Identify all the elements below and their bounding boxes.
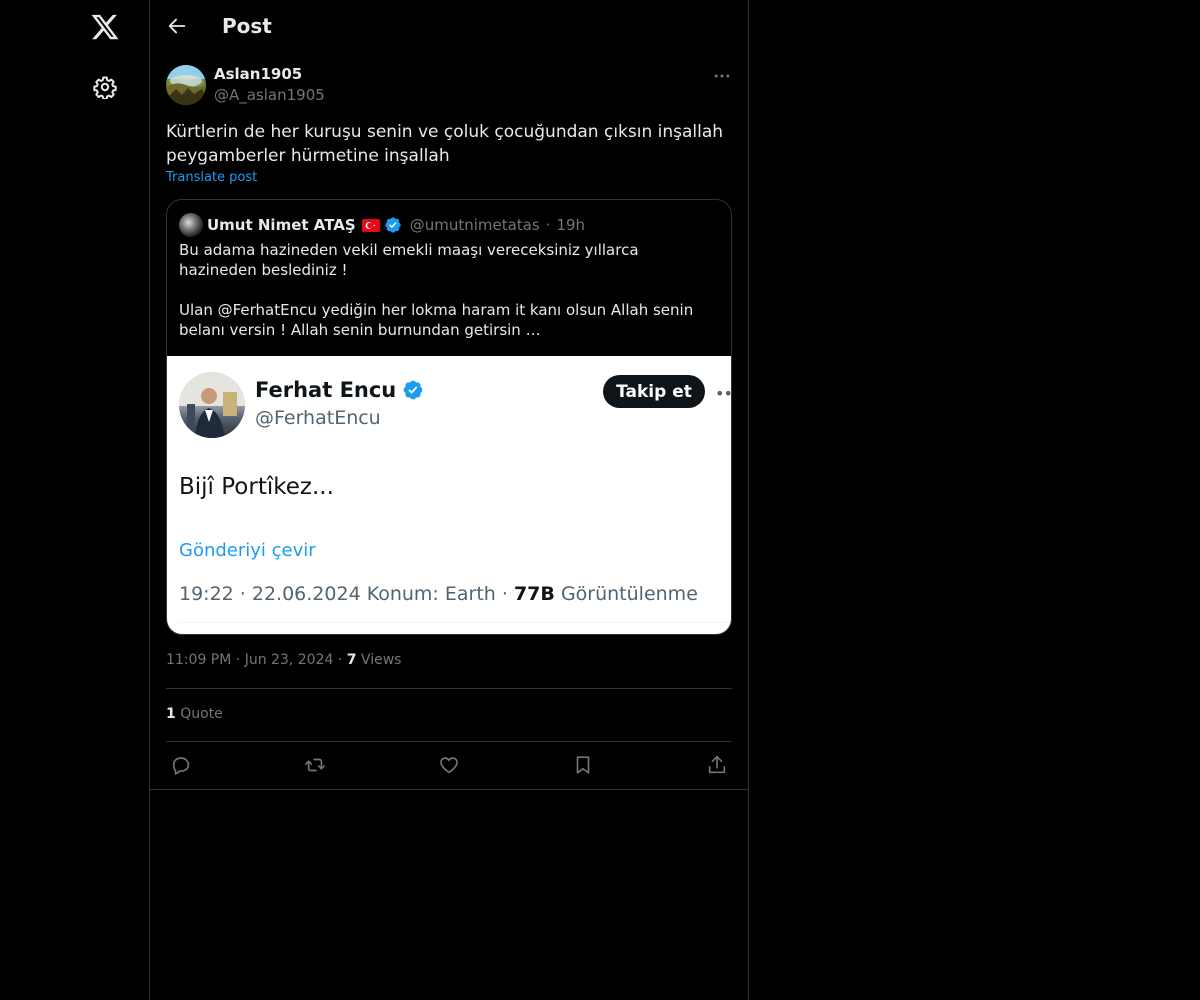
action-bar [166,752,732,780]
avatar[interactable] [166,65,206,105]
page-header: Post [150,0,748,54]
person-photo-icon [179,372,245,438]
avatar-image-icon [166,65,206,105]
page-title: Post [222,14,272,38]
quotes-count: 1 [166,706,176,722]
translate-post-link[interactable]: Translate post [166,170,257,185]
gear-icon[interactable] [93,75,117,99]
post-text: Kürtlerin de her kuruşu senin ve çoluk ç… [166,122,724,166]
user-handle[interactable]: @A_aslan1905 [214,86,325,104]
left-rail [0,0,150,1000]
image-post-text: Bijî Portîkez... [179,474,334,500]
turkey-flag-icon [361,218,380,232]
quoted-display-name: Umut Nimet ATAŞ [207,216,356,234]
separator-dot: · [235,652,245,668]
image-translate-link: Gönderiyi çevir [179,540,316,561]
quoted-avatar [179,213,203,237]
image-more-icon: •• [715,384,732,403]
quotes-label: Quote [180,706,223,722]
image-display-name: Ferhat Encu [255,378,424,402]
divider [166,741,732,742]
post-meta: 11:09 PM · Jun 23, 2024 · 7 Views [166,652,401,668]
separator-dot: · [545,216,551,234]
quoted-image[interactable]: Ferhat Encu @FerhatEncu Takip et •• Bijî… [167,356,732,634]
quoted-header: Umut Nimet ATAŞ @umutnimetatas · 19h [207,214,585,236]
bookmark-icon[interactable] [572,754,594,776]
image-follow-button: Takip et [603,375,705,408]
image-views-count: 77B [513,583,555,605]
image-divider [179,622,731,623]
quoted-handle: @umutnimetatas [409,216,540,234]
heart-icon[interactable] [438,754,460,776]
post-time[interactable]: 11:09 PM [166,652,231,668]
divider [166,688,732,689]
back-arrow-icon[interactable] [166,15,188,37]
views-label: Views [360,652,402,668]
image-meta: 19:22 · 22.06.2024 Konum: Earth · 77B Gö… [179,583,698,605]
quoted-text: Bu adama hazineden vekil emekli maaşı ve… [179,241,694,339]
image-avatar [179,372,245,438]
reply-icon[interactable] [170,754,192,776]
image-handle: @FerhatEncu [255,407,381,429]
main-column: Post Aslan1905 @A_aslan1905 Kürtlerin de… [150,0,749,1000]
verified-badge-icon [385,217,401,233]
more-horizontal-icon[interactable] [712,66,732,86]
image-views-label: Görüntülenme [560,583,698,605]
x-logo-icon[interactable] [90,12,120,42]
post-date[interactable]: Jun 23, 2024 [245,652,334,668]
divider [150,789,748,790]
image-display-name-text: Ferhat Encu [255,378,397,402]
separator-dot: · [337,652,347,668]
views-count: 7 [346,652,357,668]
verified-badge-icon [403,380,423,400]
share-icon[interactable] [706,754,728,776]
quotes-link[interactable]: 1 Quote [166,706,223,722]
display-name[interactable]: Aslan1905 [214,65,302,83]
image-meta-prefix: 19:22 · 22.06.2024 Konum: Earth · [179,583,514,605]
app: Post Aslan1905 @A_aslan1905 Kürtlerin de… [0,0,1200,1000]
repost-icon[interactable] [304,754,326,776]
quoted-post[interactable]: Umut Nimet ATAŞ @umutnimetatas · 19h Bu … [166,199,732,635]
quoted-time: 19h [556,216,586,234]
